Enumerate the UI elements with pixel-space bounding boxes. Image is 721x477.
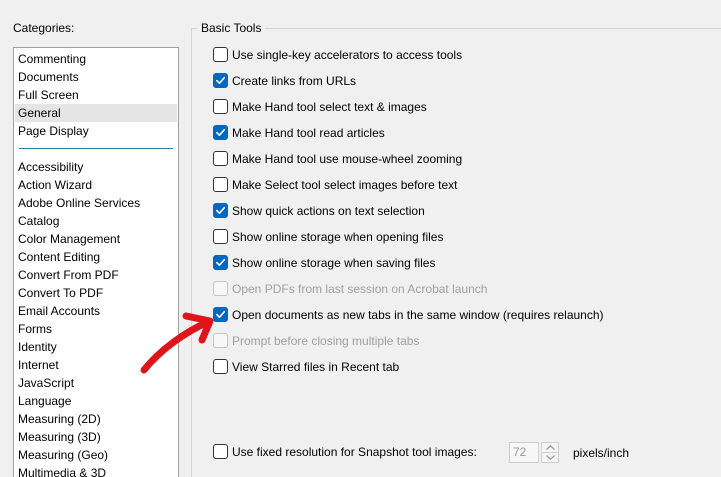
checkbox[interactable] [213,177,228,192]
category-divider [19,148,173,149]
checkbox[interactable] [213,151,228,166]
category-item-color-management[interactable]: Color Management [15,230,177,248]
preferences-dialog: Categories: Commenting Documents Full Sc… [0,0,721,477]
checkbox[interactable] [213,229,228,244]
spin-down-button[interactable] [541,452,559,463]
checkbox[interactable] [213,444,228,459]
snapshot-resolution-input[interactable]: 72 [509,442,539,463]
category-item-measuring-3d[interactable]: Measuring (3D) [15,428,177,446]
option-label: Create links from URLs [232,74,357,88]
category-item-accessibility[interactable]: Accessibility [15,158,177,176]
category-item-content-editing[interactable]: Content Editing [15,248,177,266]
units-label: pixels/inch [573,446,630,460]
categories-list[interactable]: Commenting Documents Full Screen General… [13,47,179,477]
option-label: Show online storage when saving files [232,256,436,270]
checkbox[interactable] [213,73,228,88]
category-item-measuring-2d[interactable]: Measuring (2D) [15,410,177,428]
checkbox[interactable] [213,99,228,114]
red-arrow-icon [140,312,214,374]
chevron-up-icon [546,445,555,450]
option-label: View Starred files in Recent tab [232,360,400,374]
categories-label: Categories: [13,21,75,35]
basic-tools-group [191,28,721,477]
checkmark-icon [216,258,226,266]
option-label: Use fixed resolution for Snapshot tool i… [232,445,477,459]
category-item-convert-from-pdf[interactable]: Convert From PDF [15,266,177,284]
option-label: Make Hand tool use mouse-wheel zooming [232,152,463,166]
checkmark-icon [216,206,226,214]
category-item-documents[interactable]: Documents [15,68,177,86]
chevron-down-icon [546,455,555,460]
checkbox [213,281,228,296]
option-label: Use single-key accelerators to access to… [232,48,463,62]
category-item-measuring-geo[interactable]: Measuring (Geo) [15,446,177,464]
category-item-multimedia-3d[interactable]: Multimedia & 3D [15,464,177,477]
option-label: Open documents as new tabs in the same w… [232,308,604,322]
category-item-adobe-online-services[interactable]: Adobe Online Services [15,194,177,212]
checkmark-icon [216,76,226,84]
checkbox[interactable] [213,125,228,140]
category-item-language[interactable]: Language [15,392,177,410]
category-item-page-display[interactable]: Page Display [15,122,177,140]
category-item-general[interactable]: General [15,104,177,122]
option-label: Open PDFs from last session on Acrobat l… [232,282,488,296]
checkbox[interactable] [213,203,228,218]
option-label: Make Select tool select images before te… [232,178,458,192]
option-label: Show online storage when opening files [232,230,444,244]
checkbox[interactable] [213,47,228,62]
option-label: Prompt before closing multiple tabs [232,334,420,348]
category-item-action-wizard[interactable]: Action Wizard [15,176,177,194]
option-label: Make Hand tool read articles [232,126,385,140]
option-label: Make Hand tool select text & images [232,100,427,114]
checkbox[interactable] [213,255,228,270]
checkmark-icon [216,128,226,136]
category-item-catalog[interactable]: Catalog [15,212,177,230]
category-item-commenting[interactable]: Commenting [15,50,177,68]
category-item-full-screen[interactable]: Full Screen [15,86,177,104]
option-label: Show quick actions on text selection [232,204,425,218]
basic-tools-title: Basic Tools [197,20,266,36]
